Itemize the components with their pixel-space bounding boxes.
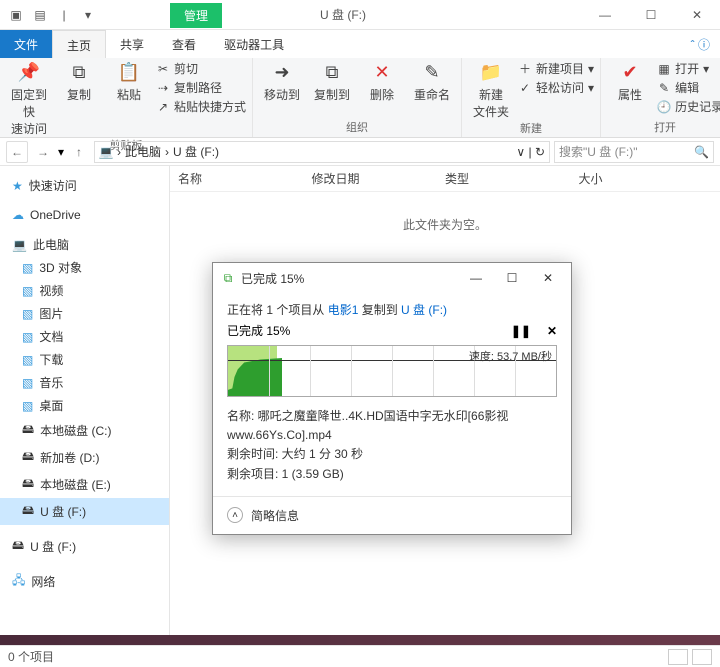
- copy-from-to: 正在将 1 个项目从 电影1 复制到 U 盘 (F:): [227, 301, 557, 318]
- tab-home[interactable]: 主页: [52, 30, 106, 58]
- rename-button[interactable]: ✎重命名: [409, 60, 455, 103]
- qat-dropdown-icon[interactable]: ▾: [80, 7, 96, 23]
- sidebar-drive-f-selected[interactable]: 🖴U 盘 (F:): [0, 498, 169, 525]
- view-details-button[interactable]: [668, 649, 688, 665]
- status-bar: 0 个项目: [0, 645, 720, 667]
- edit-button[interactable]: ✎编辑: [657, 79, 720, 96]
- new-item-button[interactable]: ＋新建项目▾: [518, 60, 594, 77]
- dialog-icon: ⧉: [221, 271, 235, 285]
- cancel-button[interactable]: ✕: [547, 324, 557, 338]
- sidebar-downloads[interactable]: ▧下载: [0, 348, 169, 371]
- col-name[interactable]: 名称: [178, 170, 312, 187]
- nav-forward-button[interactable]: →: [32, 141, 54, 163]
- maximize-button[interactable]: ☐: [628, 0, 674, 30]
- copy-path-button[interactable]: ⇢复制路径: [156, 79, 246, 96]
- pin-button[interactable]: 📌固定到快 速访问: [6, 60, 52, 137]
- items-remaining-row: 剩余项目: 1 (3.59 GB): [227, 465, 557, 484]
- moveto-button[interactable]: ➜移动到: [259, 60, 305, 103]
- file-name-row: 名称: 哪吒之魔童降世..4K.HD国语中字无水印[66影视www.66Ys.C…: [227, 407, 557, 445]
- delete-button[interactable]: ✕删除: [359, 60, 405, 103]
- sidebar-drive-e[interactable]: 🖴本地磁盘 (E:): [0, 471, 169, 498]
- contextual-tab[interactable]: 管理: [170, 3, 222, 28]
- sidebar-pictures[interactable]: ▧图片: [0, 302, 169, 325]
- group-organize: 组织: [346, 119, 368, 135]
- dialog-minimize-button[interactable]: ―: [461, 271, 491, 285]
- dialog-close-button[interactable]: ✕: [533, 271, 563, 285]
- nav-recent-icon[interactable]: ▾: [58, 145, 64, 159]
- group-new: 新建: [520, 120, 542, 136]
- ribbon-tabs: 文件 主页 共享 查看 驱动器工具 ˆ ⓘ: [0, 30, 720, 58]
- app-icon: ▣: [8, 7, 24, 23]
- tab-drive-tools[interactable]: 驱动器工具: [210, 30, 298, 58]
- nav-pane: ★快速访问 ☁OneDrive 💻此电脑 ▧3D 对象 ▧视频 ▧图片 ▧文档 …: [0, 166, 170, 646]
- sidebar-this-pc[interactable]: 💻此电脑: [0, 233, 169, 256]
- copy-button[interactable]: ⧉复制: [56, 60, 102, 103]
- nav-up-button[interactable]: ↑: [68, 141, 90, 163]
- fewer-details-button[interactable]: ˄ 简略信息: [213, 496, 571, 534]
- nav-back-button[interactable]: ←: [6, 141, 28, 163]
- sidebar-documents[interactable]: ▧文档: [0, 325, 169, 348]
- wallpaper-strip: [0, 635, 720, 645]
- properties-button[interactable]: ✔属性: [607, 60, 653, 103]
- sidebar-quick-access[interactable]: ★快速访问: [0, 174, 169, 197]
- item-count: 0 个项目: [8, 648, 54, 665]
- qat-save-icon[interactable]: ▤: [32, 7, 48, 23]
- sidebar-music[interactable]: ▧音乐: [0, 371, 169, 394]
- pause-button[interactable]: ❚❚: [511, 324, 531, 338]
- tab-view[interactable]: 查看: [158, 30, 210, 58]
- open-button[interactable]: ▦打开▾: [657, 60, 720, 77]
- address-bar: ← → ▾ ↑ 💻 › 此电脑 › U 盘 (F:) ∨ | ↻ 搜索"U 盘 …: [0, 138, 720, 166]
- copyto-button[interactable]: ⧉复制到: [309, 60, 355, 103]
- sidebar-3d-objects[interactable]: ▧3D 对象: [0, 256, 169, 279]
- breadcrumb[interactable]: 💻 › 此电脑 › U 盘 (F:) ∨ | ↻: [94, 141, 550, 163]
- dialog-maximize-button[interactable]: ☐: [497, 271, 527, 285]
- col-size[interactable]: 大小: [579, 170, 713, 187]
- copy-progress-dialog: ⧉ 已完成 15% ― ☐ ✕ 正在将 1 个项目从 电影1 复制到 U 盘 (…: [212, 262, 572, 535]
- chevron-up-icon: ˄: [227, 507, 243, 523]
- col-date[interactable]: 修改日期: [312, 170, 446, 187]
- easy-access-button[interactable]: ✓轻松访问▾: [518, 79, 594, 96]
- sidebar-onedrive[interactable]: ☁OneDrive: [0, 205, 169, 225]
- new-folder-button[interactable]: 📁新建 文件夹: [468, 60, 514, 120]
- tab-file[interactable]: 文件: [0, 30, 52, 58]
- search-input[interactable]: 搜索"U 盘 (F:)"🔍: [554, 141, 714, 163]
- minimize-button[interactable]: ―: [582, 0, 628, 30]
- speed-label: 速度: 53.7 MB/秒: [469, 348, 552, 364]
- group-open: 打开: [654, 119, 676, 135]
- progress-text: 已完成 15%: [227, 322, 290, 339]
- view-icons-button[interactable]: [692, 649, 712, 665]
- title-bar: ▣ ▤ | ▾ 管理 U 盘 (F:) ― ☐ ✕: [0, 0, 720, 30]
- speed-graph: 速度: 53.7 MB/秒: [227, 345, 557, 397]
- sidebar-videos[interactable]: ▧视频: [0, 279, 169, 302]
- time-remaining-row: 剩余时间: 大约 1 分 30 秒: [227, 445, 557, 464]
- close-button[interactable]: ✕: [674, 0, 720, 30]
- empty-folder-message: 此文件夹为空。: [170, 192, 720, 257]
- tab-share[interactable]: 共享: [106, 30, 158, 58]
- ribbon: 📌固定到快 速访问 ⧉复制 📋粘贴 ✂剪切 ⇢复制路径 ↗粘贴快捷方式 剪贴板 …: [0, 58, 720, 138]
- sidebar-drive-d[interactable]: 🖴新加卷 (D:): [0, 444, 169, 471]
- history-button[interactable]: 🕘历史记录: [657, 98, 720, 115]
- col-type[interactable]: 类型: [445, 170, 579, 187]
- sidebar-usb[interactable]: 🖴U 盘 (F:): [0, 533, 169, 560]
- paste-shortcut-button[interactable]: ↗粘贴快捷方式: [156, 98, 246, 115]
- paste-button[interactable]: 📋粘贴: [106, 60, 152, 103]
- sidebar-network[interactable]: 🖧网络: [0, 568, 169, 595]
- ribbon-help-icon[interactable]: ˆ ⓘ: [681, 30, 720, 58]
- dialog-title: 已完成 15%: [241, 270, 455, 287]
- qat-divider: |: [56, 7, 72, 23]
- cut-button[interactable]: ✂剪切: [156, 60, 246, 77]
- sidebar-drive-c[interactable]: 🖴本地磁盘 (C:): [0, 417, 169, 444]
- sidebar-desktop[interactable]: ▧桌面: [0, 394, 169, 417]
